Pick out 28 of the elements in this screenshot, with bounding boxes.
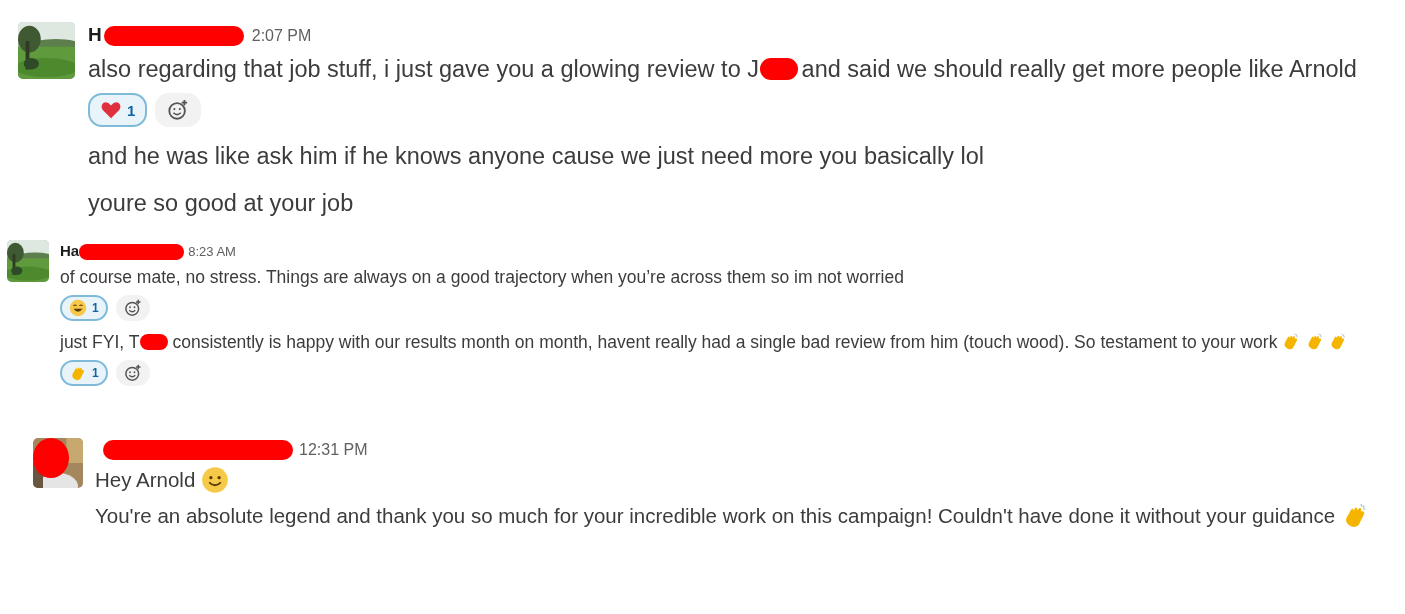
redaction-mark bbox=[140, 334, 169, 350]
timestamp: 2:07 PM bbox=[251, 26, 312, 46]
sender-name: Ha bbox=[60, 241, 80, 261]
redaction-mark bbox=[760, 58, 798, 80]
grinning-face-icon bbox=[69, 299, 87, 317]
reaction-pill[interactable]: 1 bbox=[88, 93, 148, 127]
add-reaction-button[interactable] bbox=[155, 93, 202, 127]
smiley-icon bbox=[201, 466, 230, 494]
reaction-pill[interactable]: 1 bbox=[60, 295, 108, 321]
timestamp: 12:31 PM bbox=[299, 440, 368, 460]
add-emoji-icon bbox=[123, 299, 142, 317]
message-text: and said we should really get more people like Arnold bbox=[801, 55, 1357, 84]
message-text: You're an absolute legend and thank you so much for your incredible work on this campaign! Couldn't have done it without your guidance bbox=[95, 503, 1336, 529]
timestamp: 8:23 AM bbox=[188, 243, 236, 261]
message-text: Hey Arnold bbox=[95, 467, 196, 493]
add-reaction-button[interactable] bbox=[115, 295, 150, 321]
add-emoji-icon bbox=[167, 99, 190, 121]
message-text: youre so good at your job bbox=[88, 189, 354, 218]
heart-icon bbox=[100, 99, 122, 121]
message-text: of course mate, no stress. Things are always on a good trajectory when you’re across them so im not worried bbox=[60, 266, 904, 289]
message-text: just FYI, T bbox=[60, 331, 140, 354]
message-text: consistently is happy with our results month on month, havent really had a single bad review from him (touch wood). So testament to your work bbox=[172, 331, 1278, 354]
message-text: and he was like ask him if he knows anyone cause we just need more you basically lol bbox=[88, 142, 985, 171]
message-text: also regarding that job stuff, i just gave you a glowing review to J bbox=[88, 55, 759, 84]
add-emoji-icon bbox=[123, 364, 142, 382]
add-reaction-button[interactable] bbox=[115, 360, 150, 386]
reaction-pill[interactable]: 1 bbox=[60, 360, 108, 386]
sender-name: H bbox=[88, 23, 102, 47]
